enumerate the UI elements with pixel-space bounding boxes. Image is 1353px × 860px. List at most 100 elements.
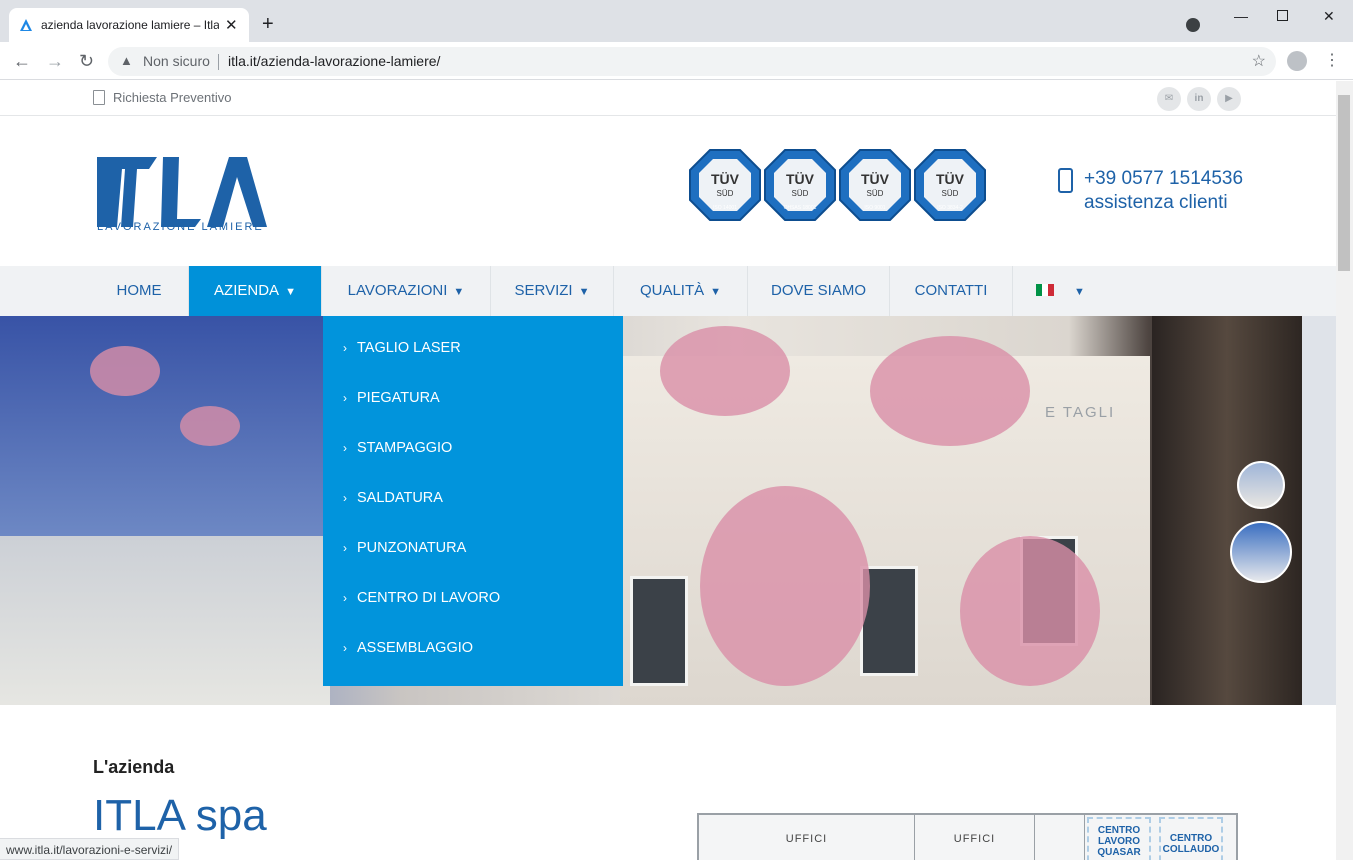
menu-item-label: SALDATURA [357,490,443,506]
section-label: L'azienda [93,757,175,777]
main-nav: HOME AZIENDA ▼ LAVORAZIONI ▼ SERVIZI ▼ QUAL… [0,266,1336,316]
nav-home[interactable]: HOME [90,266,189,316]
window-close-icon[interactable]: ✕ [1323,8,1335,25]
cert-code: OHSAS 18001 [783,205,817,211]
tuv-cert-badge: TÜV SÜD ISO 9001 [839,149,911,221]
menu-item-label: ASSEMBLAGGIO [357,640,474,656]
nav-home-label: HOME [116,282,162,299]
chevron-down-icon: ▼ [1074,286,1085,298]
content-section: L'azienda ITLA spa UFFICI UFFICI CENTRO … [0,705,1336,860]
menu-item-saldatura[interactable]: › SALDATURA [343,490,443,506]
cert-sub: SÜD [866,189,884,198]
quote-request-link[interactable]: Richiesta Preventivo [93,90,232,105]
nav-azienda-label: AZIENDA [214,282,280,299]
phone-icon [1058,168,1073,193]
page-scrollbar[interactable] [1336,81,1353,860]
gallery-thumbnail[interactable] [1230,521,1292,583]
menu-item-centro-di-lavoro[interactable]: › CENTRO DI LAVORO [343,590,500,606]
menu-item-stampaggio[interactable]: › STAMPAGGIO [343,440,452,456]
site-favicon-icon [20,19,32,31]
plan-area: UFFICI [915,815,1035,860]
blossom [870,336,1030,446]
italian-flag-icon [1036,284,1055,296]
status-bar: www.itla.it/lavorazioni-e-servizi/ [0,838,180,860]
browser-menu-icon[interactable]: ⋮ [1324,50,1340,70]
forward-icon[interactable]: → [46,51,64,72]
chevron-right-icon: › [343,591,347,605]
building-sign: E TAGLI [1045,404,1116,421]
hero-sky [0,316,330,536]
chevron-down-icon: ▼ [285,286,296,298]
cert-mark: TÜV [936,171,964,187]
menu-item-label: PUNZONATURA [357,540,467,556]
nav-contatti[interactable]: CONTATTI [890,266,1013,316]
cert-mark: TÜV [711,171,739,187]
language-switcher[interactable]: ▼ [1013,266,1108,316]
menu-item-label: STAMPAGGIO [357,440,453,456]
tuv-cert-badge: TÜV SÜD OHSAS 18001 [764,149,836,221]
profile-avatar-icon[interactable] [1287,51,1307,71]
cert-sub: SÜD [716,189,734,198]
menu-item-punzonatura[interactable]: › PUNZONATURA [343,540,466,556]
nav-qualita[interactable]: QUALITÀ ▼ [614,266,748,316]
nav-azienda[interactable]: AZIENDA ▼ [189,266,322,316]
top-strip: Richiesta Preventivo ✉ in ▶ [0,81,1336,116]
cert-mark: TÜV [861,171,889,187]
blossom [90,346,160,396]
linkedin-icon[interactable]: in [1187,87,1211,111]
blossom [180,406,240,446]
tuv-cert-badge: TÜV SÜD ISO 3834-2 [914,149,986,221]
floor-plan: UFFICI UFFICI CENTRO LAVORO QUASAR CENTR… [697,813,1238,860]
tab-close-icon[interactable]: ✕ [225,16,238,34]
hero-building [0,536,330,705]
browser-tab[interactable]: azienda lavorazione lamiere – Itla ✕ [9,8,249,42]
url-text[interactable]: itla.it/azienda-lavorazione-lamiere/ [228,53,440,69]
bookmark-star-icon[interactable]: ☆ [1252,51,1266,71]
chevron-right-icon: › [343,641,347,655]
chevron-down-icon: ▼ [453,286,465,298]
reload-icon[interactable]: ↻ [79,51,94,72]
nav-qualita-label: QUALITÀ [639,282,705,299]
chevron-right-icon: › [343,391,347,405]
warning-icon[interactable]: ▲ [120,53,133,68]
plan-area: UFFICI [699,815,915,860]
chevron-right-icon: › [343,541,347,555]
nav-lavorazioni[interactable]: LAVORAZIONI ▼ [322,266,491,316]
menu-item-label: PIEGATURA [357,390,440,406]
youtube-icon[interactable]: ▶ [1217,87,1241,111]
security-label[interactable]: Non sicuro [143,53,210,69]
blossom [700,486,870,686]
browser-tab-strip: azienda lavorazione lamiere – Itla ✕ + —… [0,0,1353,42]
menu-item-piegatura[interactable]: › PIEGATURA [343,390,440,406]
menu-item-assemblaggio[interactable]: › ASSEMBLAGGIO [343,640,473,656]
address-bar[interactable]: ▲ Non sicuro itla.it/azienda-lavorazione… [108,47,1276,76]
chevron-down-icon: ▼ [710,286,722,298]
nav-servizi[interactable]: SERVIZI ▼ [491,266,614,316]
document-icon [93,90,105,105]
scrollbar-thumb[interactable] [1338,95,1350,271]
page-title: ITLA spa [93,791,267,840]
site-header: LAVORAZIONE LAMIERE TÜV SÜD ISO 14001 TÜ… [0,116,1336,267]
phone-number[interactable]: +39 0577 1514536 [1084,168,1243,190]
menu-item-taglio-laser[interactable]: › TAGLIO LASER [343,340,461,356]
chevron-right-icon: › [343,441,347,455]
cert-code: ISO 9001 [864,205,886,211]
cert-sub: SÜD [791,189,809,198]
web-page: Richiesta Preventivo ✉ in ▶ LAVORAZIONE … [0,81,1336,860]
chevron-right-icon: › [343,341,347,355]
nav-dove-siamo[interactable]: DOVE SIAMO [748,266,890,316]
minimize-icon[interactable]: — [1234,8,1248,24]
plan-area: CENTRO COLLAUDO [1159,817,1223,860]
maximize-icon[interactable] [1277,10,1288,21]
cert-sub: SÜD [941,189,959,198]
new-tab-icon[interactable]: + [262,13,274,36]
mail-icon[interactable]: ✉ [1157,87,1181,111]
back-icon[interactable]: ← [13,51,31,72]
gallery-thumbnail[interactable] [1237,461,1285,509]
chevron-down-icon: ▼ [578,286,590,298]
chevron-right-icon: › [343,491,347,505]
tab-search-icon[interactable] [1186,18,1200,32]
customer-support-label[interactable]: assistenza clienti [1084,192,1228,214]
menu-item-label: TAGLIO LASER [357,340,461,356]
nav-contatti-label: CONTATTI [914,282,988,299]
